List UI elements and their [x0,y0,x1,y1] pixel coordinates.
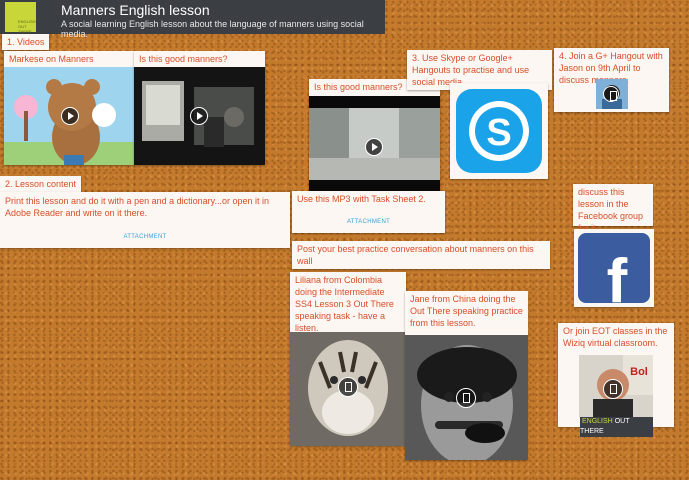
play-icon[interactable] [61,107,79,125]
site-logo[interactable]: ENGLISH OUT THERE [5,2,36,34]
audio-caption: Jane from China doing the Out There spea… [410,294,523,328]
play-icon[interactable] [365,138,383,156]
wiziq-text: Or join EOT classes in the Wiziq virtual… [563,326,668,348]
lesson-card[interactable]: Print this lesson and do it with a pen a… [0,192,290,248]
page-title: Manners English lesson [61,2,210,18]
attachment-link[interactable]: ATTACHMENT [292,219,445,225]
skype-icon[interactable]: S [454,87,544,175]
mp3-card[interactable]: Use this MP3 with Task Sheet 2. ATTACHME… [292,191,445,233]
mp3-text: Use this MP3 with Task Sheet 2. [297,194,426,204]
videos-label: 1. Videos [2,34,50,50]
audio-card-liliana[interactable]: Liliana from Colombia doing the Intermed… [290,272,406,446]
facebook-icon[interactable]: f [577,232,651,304]
document-icon[interactable] [603,379,623,399]
svg-text:f: f [607,247,628,304]
svg-text:Bol: Bol [630,366,648,378]
audio-card-jane[interactable]: Jane from China doing the Out There spea… [405,291,528,460]
document-icon[interactable] [338,377,358,397]
video-card-markese[interactable]: Markese on Manners [4,51,134,165]
eot-label-english: ENGLISH [582,418,613,425]
audio-caption: Liliana from Colombia doing the Intermed… [295,275,394,333]
facebook-card[interactable]: f [574,229,654,307]
facebook-note: discuss this lesson in the Facebook grou… [573,184,653,233]
document-icon[interactable] [603,86,619,102]
header-bar: ENGLISH OUT THERE Manners English lesson… [0,0,385,39]
page-subtitle: A social learning English lesson about t… [61,19,364,39]
skype-card[interactable]: S [450,83,548,179]
logo-text: ENGLISH OUT THERE [18,19,36,34]
svg-text:S: S [486,112,511,154]
wiziq-card[interactable]: Or join EOT classes in the Wiziq virtual… [558,323,674,437]
lesson-text: Print this lesson and do it with a pen a… [5,196,269,218]
video-caption: Is this good manners? [139,54,228,64]
video-caption: Markese on Manners [9,54,94,64]
video-card-good-manners-2[interactable]: Is this good manners? [309,79,440,196]
document-icon[interactable] [456,388,476,408]
lesson-label: 2. Lesson content [0,176,82,192]
play-icon[interactable] [190,107,208,125]
eot-label: ENGLISH OUT THERE [580,417,653,437]
video-card-good-manners-1[interactable]: Is this good manners? [134,51,265,165]
gplus-card[interactable]: 4. Join a G+ Hangout with Jason on 9th A… [554,48,669,112]
post-prompt: Post your best practice conversation abo… [292,241,550,269]
attachment-link[interactable]: ATTACHMENT [0,234,290,240]
